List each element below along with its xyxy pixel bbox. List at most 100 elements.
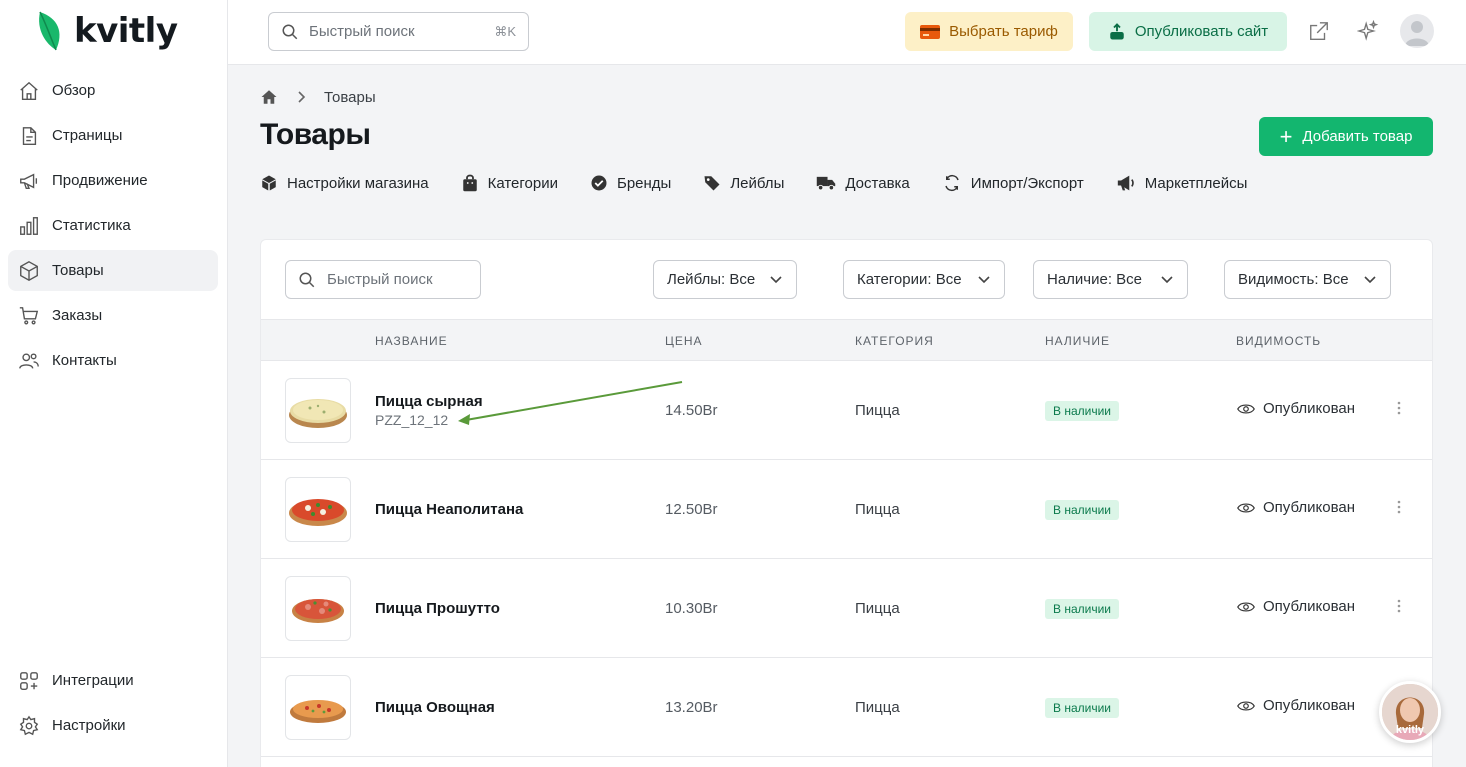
sidebar-item-label: Интеграции	[52, 672, 134, 689]
column-header-name[interactable]: НАЗВАНИЕ	[375, 334, 448, 348]
chevron-right-icon	[298, 91, 306, 103]
home-icon[interactable]	[260, 88, 278, 106]
sidebar-item-overview[interactable]: Обзор	[8, 70, 218, 111]
add-product-label: Добавить товар	[1302, 128, 1413, 145]
categories-filter-select[interactable]: Категории: Все	[843, 260, 1005, 299]
table-row[interactable]: Пицца Неаполитана 12.50Br Пицца В наличи…	[261, 460, 1432, 559]
table-row[interactable]: Пицца Овощная 13.20Br Пицца В наличии Оп…	[261, 658, 1432, 757]
table-row[interactable]: Пицца сырная PZZ_12_12 14.50Br Пицца В н…	[261, 361, 1432, 460]
visibility-toggle[interactable]: Опубликован	[1237, 697, 1355, 714]
sidebar-item-products[interactable]: Товары	[8, 250, 218, 291]
product-name[interactable]: Пицца Неаполитана	[375, 501, 523, 518]
topbar: Быстрый поиск ⌘K Выбрать тариф Опубликов…	[228, 0, 1466, 65]
credit-card-icon	[920, 24, 941, 39]
ai-sparkle-icon[interactable]	[1356, 19, 1380, 43]
product-name[interactable]: Пицца Прошутто	[375, 600, 500, 617]
user-avatar[interactable]	[1400, 14, 1434, 48]
breadcrumb: Товары	[260, 88, 376, 106]
sidebar-item-contacts[interactable]: Контакты	[8, 340, 218, 381]
eye-icon	[1237, 601, 1255, 612]
add-product-button[interactable]: + Добавить товар	[1259, 117, 1433, 156]
global-search-input[interactable]: Быстрый поиск ⌘K	[268, 12, 529, 51]
sidebar-item-label: Продвижение	[52, 172, 148, 189]
visibility-toggle[interactable]: Опубликован	[1237, 400, 1355, 417]
subnav-label: Доставка	[845, 174, 910, 192]
product-name[interactable]: Пицца сырная	[375, 393, 483, 410]
tab-marketplaces[interactable]: Маркетплейсы	[1116, 171, 1247, 195]
sidebar-item-pages[interactable]: Страницы	[8, 115, 218, 156]
visibility-toggle[interactable]: Опубликован	[1237, 499, 1355, 516]
more-actions-icon[interactable]	[1389, 497, 1409, 517]
product-thumbnail[interactable]	[285, 576, 351, 641]
select-value: Категории: Все	[857, 271, 962, 288]
page-title: Товары	[260, 118, 371, 151]
tab-store-settings[interactable]: Настройки магазина	[260, 171, 429, 195]
stock-filter-select[interactable]: Наличие: Все	[1033, 260, 1188, 299]
product-thumbnail[interactable]	[285, 477, 351, 542]
publish-site-button[interactable]: Опубликовать сайт	[1089, 12, 1287, 51]
external-link-icon[interactable]	[1307, 19, 1331, 43]
column-header-visibility[interactable]: ВИДИМОСТЬ	[1236, 334, 1321, 348]
column-header-stock[interactable]: НАЛИЧИЕ	[1045, 334, 1110, 348]
sidebar-item-promotion[interactable]: Продвижение	[8, 160, 218, 201]
publish-site-label: Опубликовать сайт	[1134, 23, 1269, 40]
sidebar: kvitly Обзор Страницы Продвижение Статис…	[0, 0, 228, 767]
product-sku: PZZ_12_12	[375, 412, 449, 428]
stock-badge: В наличии	[1045, 500, 1120, 520]
eye-icon	[1237, 403, 1255, 414]
choose-tariff-label: Выбрать тариф	[949, 23, 1058, 40]
sidebar-item-settings[interactable]: Настройки	[8, 705, 218, 746]
column-header-price[interactable]: ЦЕНА	[665, 334, 703, 348]
product-thumbnail[interactable]	[285, 378, 351, 443]
users-icon	[18, 350, 40, 372]
support-chat-button[interactable]: kvitly	[1379, 681, 1441, 743]
sidebar-item-orders[interactable]: Заказы	[8, 295, 218, 336]
megaphone-icon	[18, 170, 40, 192]
truck-icon	[817, 176, 836, 191]
chevron-down-icon	[1161, 275, 1173, 283]
box-icon	[18, 260, 40, 282]
subnav-label: Импорт/Экспорт	[970, 174, 1084, 192]
badge-check-icon	[591, 175, 607, 191]
page-icon	[18, 125, 40, 147]
visibility-label: Опубликован	[1263, 697, 1356, 714]
tab-brands[interactable]: Бренды	[590, 171, 671, 195]
tab-labels[interactable]: Лейблы	[703, 171, 784, 195]
visibility-toggle[interactable]: Опубликован	[1237, 598, 1355, 615]
cart-icon	[18, 305, 40, 327]
search-icon	[282, 24, 298, 39]
sidebar-item-statistics[interactable]: Статистика	[8, 205, 218, 246]
bag-icon	[462, 174, 477, 192]
sidebar-item-label: Обзор	[52, 82, 96, 99]
table-row[interactable]: Пицца Прошутто 10.30Br Пицца В наличии О…	[261, 559, 1432, 658]
choose-tariff-button[interactable]: Выбрать тариф	[905, 12, 1073, 51]
visibility-filter-select[interactable]: Видимость: Все	[1224, 260, 1391, 299]
chevron-down-icon	[770, 275, 782, 283]
product-category: Пицца	[855, 402, 900, 419]
tab-delivery[interactable]: Доставка	[816, 171, 910, 195]
product-price: 14.50Br	[665, 402, 718, 419]
breadcrumb-current[interactable]: Товары	[324, 89, 376, 106]
more-actions-icon[interactable]	[1389, 398, 1409, 418]
store-subnav: Настройки магазина Категории Бренды Лейб…	[260, 171, 1279, 195]
product-name[interactable]: Пицца Овощная	[375, 699, 495, 716]
stock-badge: В наличии	[1045, 698, 1120, 718]
product-price: 10.30Br	[665, 600, 718, 617]
more-actions-icon[interactable]	[1389, 596, 1409, 616]
products-search-input[interactable]: Быстрый поиск	[285, 260, 481, 299]
search-placeholder: Быстрый поиск	[327, 271, 433, 288]
visibility-label: Опубликован	[1263, 400, 1356, 417]
column-header-category[interactable]: КАТЕГОРИЯ	[855, 334, 934, 348]
product-thumbnail[interactable]	[285, 675, 351, 740]
loudspeaker-icon	[1117, 175, 1134, 191]
chevron-down-icon	[1364, 275, 1376, 283]
sidebar-item-integrations[interactable]: Интеграции	[8, 660, 218, 701]
logo[interactable]: kvitly	[36, 10, 178, 52]
chat-brand-tag: kvitly	[1395, 724, 1425, 736]
tab-import-export[interactable]: Импорт/Экспорт	[942, 171, 1084, 195]
search-icon	[299, 272, 315, 287]
tab-categories[interactable]: Категории	[461, 171, 558, 195]
labels-filter-select[interactable]: Лейблы: Все	[653, 260, 797, 299]
product-price: 13.20Br	[665, 699, 718, 716]
subnav-label: Настройки магазина	[287, 174, 429, 192]
